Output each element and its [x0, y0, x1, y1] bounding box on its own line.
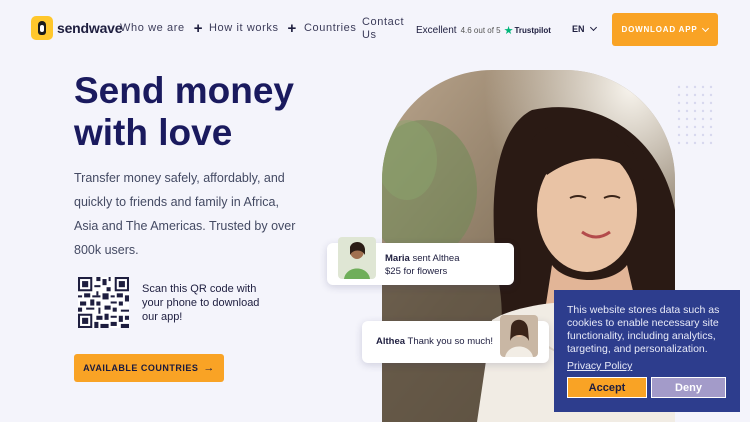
plus-icon: + [287, 19, 297, 37]
maria-action: sent Althea [412, 253, 460, 264]
qr-instructions: Scan this QR code with your phone to dow… [142, 283, 260, 323]
cookie-message: This website stores data such as cookies… [567, 304, 720, 355]
maria-detail: $25 for flowers [385, 266, 448, 277]
language-selector[interactable]: EN [572, 23, 597, 34]
nav-item-who-we-are[interactable]: Who we are + [120, 19, 204, 37]
maria-message: Maria sent Althea $25 for flowers [385, 252, 505, 278]
sendwave-logo[interactable]: sendwave [31, 16, 123, 40]
chat-bubble-maria: Maria sent Althea $25 for flowers [327, 237, 514, 285]
althea-text: Thank you so much! [407, 336, 494, 347]
decorative-dot-grid [677, 85, 713, 145]
althea-message: Althea Thank you so much! [376, 336, 493, 347]
penguin-logo-icon [31, 16, 53, 40]
nav-item-label: Who we are [120, 22, 185, 34]
althea-photo [500, 315, 538, 357]
brand-name: sendwave [57, 20, 123, 36]
language-label: EN [572, 24, 585, 34]
available-countries-button[interactable]: AVAILABLE COUNTRIES → [74, 354, 224, 382]
hero-subtitle: Transfer money safely, affordably, and q… [74, 171, 296, 257]
deny-cookies-button[interactable]: Deny [651, 377, 726, 398]
plus-icon: + [193, 19, 204, 37]
privacy-policy-link[interactable]: Privacy Policy [567, 360, 632, 372]
nav-item-contact-us[interactable]: Contact Us [362, 16, 410, 42]
trustpilot-rating[interactable]: Excellent 4.6 out of 5 ★ Trustpilot [416, 24, 551, 37]
maria-photo [338, 237, 376, 279]
nav-item-countries[interactable]: Countries [304, 22, 356, 34]
chat-bubble-althea: Althea Thank you so much! [362, 315, 549, 363]
accept-cookies-button[interactable]: Accept [567, 377, 647, 398]
cookie-banner: This website stores data such as cookies… [554, 290, 740, 412]
chevron-down-icon [589, 23, 597, 32]
trustpilot-star-icon: ★ [503, 25, 514, 37]
nav-item-how-it-works[interactable]: How it works + [209, 19, 297, 37]
althea-sender: Althea [376, 336, 406, 347]
nav-item-label: How it works [209, 22, 279, 34]
maria-sender: Maria [385, 253, 410, 264]
trustpilot-score: 4.6 out of 5 [460, 26, 501, 35]
top-navigation: sendwave Who we are + How it works + Cou… [0, 0, 750, 58]
download-app-button[interactable]: DOWNLOAD APP [612, 13, 718, 46]
qr-code [78, 277, 129, 328]
trustpilot-rating-word: Excellent [416, 25, 457, 36]
chevron-down-icon [702, 24, 710, 32]
trustpilot-brand: Trustpilot [514, 26, 551, 35]
available-countries-label: AVAILABLE COUNTRIES [83, 363, 199, 373]
download-app-label: DOWNLOAD APP [621, 25, 698, 34]
arrow-right-icon: → [203, 362, 215, 374]
hero-title: Send money with love [74, 70, 294, 153]
nav-item-label: Countries [304, 22, 357, 34]
